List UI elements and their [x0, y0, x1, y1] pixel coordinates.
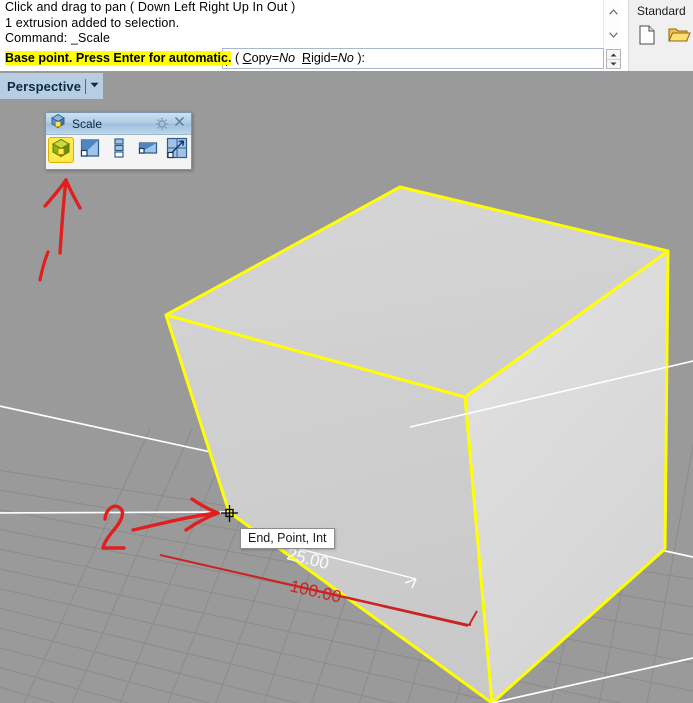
command-history-scrollbar[interactable]: [603, 0, 621, 47]
scale-1d-icon: [108, 137, 130, 164]
option-rigid-accel[interactable]: R: [302, 51, 311, 65]
scale-toolbar-buttons: [48, 137, 190, 163]
scale-by-plane-button[interactable]: [164, 137, 190, 163]
close-icon[interactable]: [172, 115, 186, 131]
scale-toolbar[interactable]: Scale: [45, 112, 192, 170]
open-file-button[interactable]: [667, 23, 691, 47]
command-history-pane[interactable]: Click and drag to pan ( Down Left Right …: [0, 0, 628, 47]
scale-1d-button[interactable]: [106, 137, 132, 163]
tab-perspective[interactable]: Perspective: [0, 73, 104, 99]
command-spinner[interactable]: [606, 49, 621, 69]
standard-toolbar-title: Standard: [637, 4, 686, 18]
option-copy-eq: =: [271, 51, 280, 65]
command-area: Click and drag to pan ( Down Left Right …: [0, 0, 628, 71]
command-prompt-text: Base point. Press Enter for automatic. (…: [5, 50, 365, 67]
scale-3d-button[interactable]: [48, 137, 74, 163]
osnap-tooltip: End, Point, Int: [240, 528, 335, 549]
command-prompt-row: Base point. Press Enter for automatic. (…: [0, 47, 628, 71]
blue-cube-icon: [50, 113, 66, 134]
scale-toolbar-title: Scale: [72, 116, 103, 131]
history-line: Click and drag to pan ( Down Left Right …: [5, 0, 296, 14]
viewport-tab-bar: Perspective: [0, 71, 693, 99]
scale-2d-button[interactable]: [77, 137, 103, 163]
option-copy-accel[interactable]: C: [243, 51, 252, 65]
scale-nonuniform-icon: [137, 137, 159, 164]
chevron-down-icon[interactable]: [90, 82, 99, 90]
spinner-down-icon[interactable]: [607, 59, 620, 68]
gear-icon[interactable]: [155, 117, 169, 131]
tab-divider: [85, 78, 87, 94]
prompt-message: Base point. Press Enter for automatic.: [5, 51, 232, 65]
scale-toolbar-titlebar[interactable]: Scale: [46, 113, 191, 135]
history-line: 1 extrusion added to selection.: [5, 15, 180, 30]
scale-nonuniform-button[interactable]: [135, 137, 161, 163]
chevron-up-icon[interactable]: [604, 3, 622, 20]
perspective-viewport[interactable]: 25.00 100.00: [0, 99, 693, 703]
prompt-paren-close: ):: [357, 51, 365, 65]
option-rigid-rest: igid: [311, 51, 331, 65]
rhino-app-window: Click and drag to pan ( Down Left Right …: [0, 0, 693, 703]
chevron-down-icon[interactable]: [604, 26, 622, 43]
standard-toolbar-buttons: [635, 23, 691, 47]
tab-perspective-label: Perspective: [7, 78, 82, 94]
option-rigid-value[interactable]: No: [338, 51, 354, 65]
standard-toolbar-panel: Standard: [628, 0, 693, 71]
new-file-button[interactable]: [635, 23, 659, 47]
axis-y-left: [0, 511, 230, 514]
option-copy-rest: opy: [251, 51, 272, 65]
option-rigid-eq: =: [330, 51, 338, 65]
scale-3d-icon: [50, 137, 72, 164]
history-line: Command: _Scale: [5, 31, 111, 46]
option-copy-value[interactable]: No: [279, 51, 295, 65]
scale-2d-icon: [79, 137, 101, 164]
scale-by-plane-icon: [166, 137, 188, 164]
